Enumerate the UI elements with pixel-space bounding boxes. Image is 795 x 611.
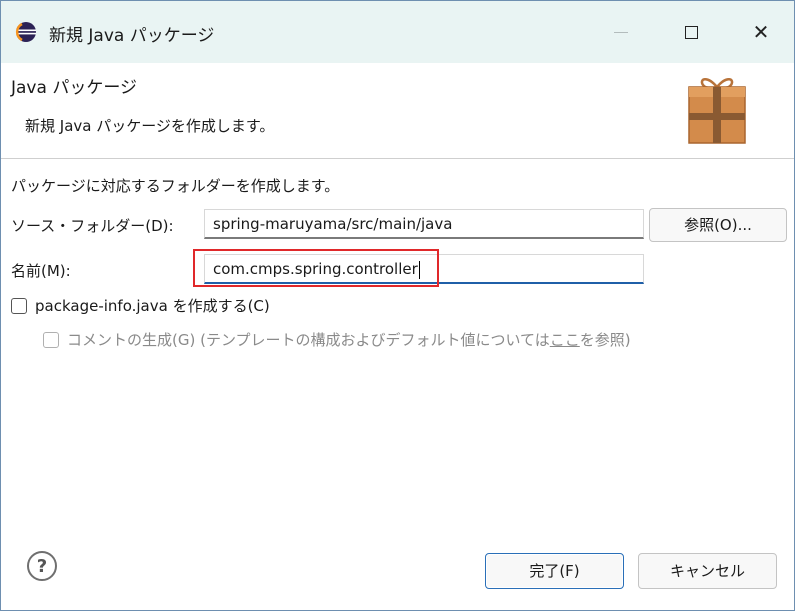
minimize-button[interactable] <box>601 15 641 49</box>
package-gift-icon <box>688 78 746 144</box>
new-java-package-dialog: 新規 Java パッケージ ✕ Java パッケージ 新規 Java パッケージ… <box>0 0 795 611</box>
name-label: 名前(M): <box>11 262 71 280</box>
generate-comment-checkbox <box>43 331 59 348</box>
package-info-label: package-info.java を作成する(C) <box>35 297 270 315</box>
package-info-checkbox[interactable] <box>11 297 27 314</box>
source-folder-label: ソース・フォルダー(D): <box>11 217 174 235</box>
window-title: 新規 Java パッケージ <box>49 26 215 46</box>
title-bar: 新規 Java パッケージ ✕ <box>1 1 794 63</box>
minimize-icon <box>614 31 628 33</box>
page-title: Java パッケージ <box>11 78 137 98</box>
maximize-icon <box>684 25 698 39</box>
source-folder-field[interactable]: spring-maruyama/src/main/java <box>204 209 644 239</box>
help-icon[interactable]: ? <box>27 551 57 581</box>
package-info-option[interactable]: package-info.java を作成する(C) <box>11 295 270 316</box>
finish-button[interactable]: 完了(F) <box>485 553 624 589</box>
package-name-input[interactable]: com.cmps.spring.controller <box>204 254 644 284</box>
intro-text: パッケージに対応するフォルダーを作成します。 <box>11 177 340 195</box>
text-caret <box>418 260 420 279</box>
generate-comment-option: コメントの生成(G) (テンプレートの構成およびデフォルト値についてはここを参照… <box>43 329 631 350</box>
maximize-button[interactable] <box>671 15 711 49</box>
package-name-value: com.cmps.spring.controller <box>213 260 418 278</box>
close-button[interactable]: ✕ <box>741 15 781 49</box>
eclipse-icon <box>15 22 36 42</box>
page-description: 新規 Java パッケージを作成します。 <box>25 117 275 135</box>
close-icon: ✕ <box>752 20 770 44</box>
browse-button[interactable]: 参照(O)... <box>649 208 787 242</box>
generate-comment-label: コメントの生成(G) (テンプレートの構成およびデフォルト値についてはここを参照… <box>67 331 631 349</box>
wizard-header: Java パッケージ 新規 Java パッケージを作成します。 <box>1 63 794 159</box>
templates-link[interactable]: ここ <box>550 331 580 349</box>
cancel-button[interactable]: キャンセル <box>638 553 777 589</box>
